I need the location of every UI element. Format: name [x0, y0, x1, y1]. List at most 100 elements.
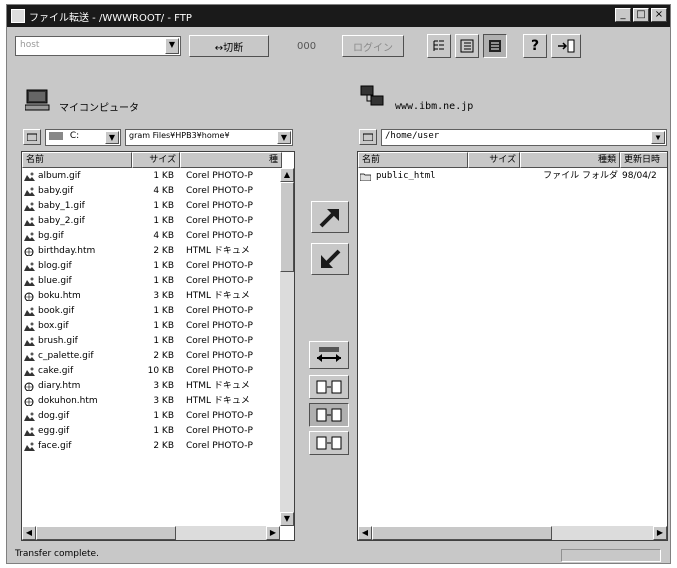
chevron-down-icon[interactable]: ▼ [105, 131, 119, 144]
file-row[interactable]: brush.gif 1 KB Corel PHOTO-P [22, 334, 294, 349]
copy-right-button[interactable] [309, 431, 349, 455]
file-row[interactable]: cake.gif 10 KB Corel PHOTO-P [22, 364, 294, 379]
col-type-header[interactable]: 種類 [520, 152, 620, 168]
right-up-button[interactable] [359, 129, 377, 145]
maximize-button[interactable]: □ [633, 8, 649, 22]
drive-combo[interactable]: C: ▼ [45, 129, 121, 146]
scroll-left-icon[interactable]: ◀ [358, 526, 372, 540]
connection-counter: 000 [297, 41, 317, 52]
file-row[interactable]: bg.gif 4 KB Corel PHOTO-P [22, 229, 294, 244]
left-scroll-thumb[interactable] [280, 182, 294, 272]
download-button[interactable] [311, 243, 349, 275]
file-name: baby_1.gif [38, 201, 85, 211]
file-row[interactable]: baby_1.gif 1 KB Corel PHOTO-P [22, 199, 294, 214]
image-file-icon [24, 442, 35, 451]
window-title: ファイル転送 - /WWWROOT/ - FTP [29, 12, 192, 24]
right-path-combo[interactable]: /home/user ▼ [381, 129, 667, 146]
file-row[interactable]: baby_2.gif 1 KB Corel PHOTO-P [22, 214, 294, 229]
file-name: birthday.htm [38, 246, 96, 256]
file-row[interactable]: baby.gif 4 KB Corel PHOTO-P [22, 184, 294, 199]
file-row[interactable]: dog.gif 1 KB Corel PHOTO-P [22, 409, 294, 424]
tree-view-button[interactable] [427, 34, 451, 58]
file-row[interactable]: box.gif 1 KB Corel PHOTO-P [22, 319, 294, 334]
file-row[interactable]: book.gif 1 KB Corel PHOTO-P [22, 304, 294, 319]
details-view-button[interactable] [483, 34, 507, 58]
disconnect-button[interactable]: ↔切断 [189, 35, 269, 57]
status-bar: Transfer complete. [7, 549, 670, 563]
help-icon: ? [530, 38, 540, 54]
close-button[interactable]: × [651, 8, 667, 22]
left-vertical-scrollbar[interactable]: ▲ ▼ [280, 168, 294, 526]
file-type: HTML ドキュメ [186, 291, 250, 301]
file-name: diary.htm [38, 381, 81, 391]
image-file-icon [24, 337, 35, 346]
file-row[interactable]: blue.gif 1 KB Corel PHOTO-P [22, 274, 294, 289]
file-size: 1 KB [153, 426, 174, 436]
col-size-header[interactable]: サイズ [132, 152, 180, 168]
help-button[interactable]: ? [523, 34, 547, 58]
file-name: face.gif [38, 441, 72, 451]
left-path-combo[interactable]: gram Files¥HPB3¥home¥ ▼ [125, 129, 293, 146]
chevron-down-icon[interactable]: ▼ [651, 131, 665, 144]
scroll-right-icon[interactable]: ▶ [266, 526, 280, 540]
status-text: Transfer complete. [15, 549, 99, 559]
compare-docs-icon [316, 408, 342, 422]
image-file-icon [24, 367, 35, 376]
col-name-header[interactable]: 名前 [22, 152, 132, 168]
upload-button[interactable] [311, 201, 349, 233]
exit-button[interactable] [551, 34, 581, 58]
ftp-window: ファイル転送 - /WWWROOT/ - FTP _ □ × host ▼ ↔切… [6, 4, 671, 564]
file-row[interactable]: diary.htm 3 KB HTML ドキュメ [22, 379, 294, 394]
login-button[interactable]: ログイン [342, 35, 404, 57]
image-file-icon [24, 427, 35, 436]
chevron-down-icon[interactable]: ▼ [277, 131, 291, 144]
file-row[interactable]: boku.htm 3 KB HTML ドキュメ [22, 289, 294, 304]
col-type-header[interactable]: 種 [180, 152, 282, 168]
list-view-button[interactable] [455, 34, 479, 58]
file-size: 1 KB [153, 276, 174, 286]
file-row[interactable]: c_palette.gif 2 KB Corel PHOTO-P [22, 349, 294, 364]
scroll-up-icon[interactable]: ▲ [280, 168, 294, 182]
col-name-header[interactable]: 名前 [358, 152, 468, 168]
file-row[interactable]: face.gif 2 KB Corel PHOTO-P [22, 439, 294, 454]
left-hscroll-thumb[interactable] [36, 526, 176, 540]
file-row[interactable]: birthday.htm 2 KB HTML ドキュメ [22, 244, 294, 259]
network-host-icon [360, 85, 384, 106]
file-row[interactable]: blog.gif 1 KB Corel PHOTO-P [22, 259, 294, 274]
file-row[interactable]: egg.gif 1 KB Corel PHOTO-P [22, 424, 294, 439]
local-file-list[interactable]: 名前 サイズ 種 album.gif 1 KB Corel PHOTO-P baby.… [21, 151, 295, 541]
chevron-down-icon[interactable]: ▼ [165, 38, 179, 54]
right-hscroll-thumb[interactable] [372, 526, 552, 540]
folder-icon [360, 173, 371, 181]
col-size-header[interactable]: サイズ [468, 152, 520, 168]
minimize-button[interactable]: _ [615, 8, 631, 22]
copy-left-button[interactable] [309, 375, 349, 399]
file-row[interactable]: album.gif 1 KB Corel PHOTO-P [22, 169, 294, 184]
scroll-down-icon[interactable]: ▼ [280, 512, 294, 526]
scroll-right-icon[interactable]: ▶ [653, 526, 667, 540]
file-name: brush.gif [38, 336, 78, 346]
file-name: blog.gif [38, 261, 72, 271]
col-date-header[interactable]: 更新日時 [620, 152, 667, 168]
title-bar[interactable]: ファイル転送 - /WWWROOT/ - FTP _ □ × [7, 5, 670, 27]
copy-both-button[interactable] [309, 403, 349, 427]
file-name: public_html [376, 171, 436, 181]
host-combo[interactable]: host ▼ [15, 36, 181, 56]
file-type: Corel PHOTO-P [186, 336, 253, 346]
left-up-button[interactable] [23, 129, 41, 145]
file-name: book.gif [38, 306, 75, 316]
file-type: Corel PHOTO-P [186, 411, 253, 421]
file-name: bg.gif [38, 231, 64, 241]
file-row[interactable]: public_html ファイル フォルダ 98/04/2 [358, 169, 667, 184]
remote-file-list[interactable]: 名前 サイズ 種類 更新日時 public_html ファイル フォルダ 98/04… [357, 151, 668, 541]
image-file-icon [24, 412, 35, 421]
sync-button[interactable] [309, 341, 349, 369]
right-horizontal-scrollbar[interactable]: ◀ ▶ [358, 526, 667, 540]
html-file-icon [24, 292, 34, 301]
file-type: Corel PHOTO-P [186, 321, 253, 331]
left-path-value: gram Files¥HPB3¥home¥ [129, 131, 230, 140]
right-path-value: /home/user [385, 131, 440, 141]
scroll-left-icon[interactable]: ◀ [22, 526, 36, 540]
left-horizontal-scrollbar[interactable]: ◀ ▶ [22, 526, 280, 540]
file-row[interactable]: dokuhon.htm 3 KB HTML ドキュメ [22, 394, 294, 409]
